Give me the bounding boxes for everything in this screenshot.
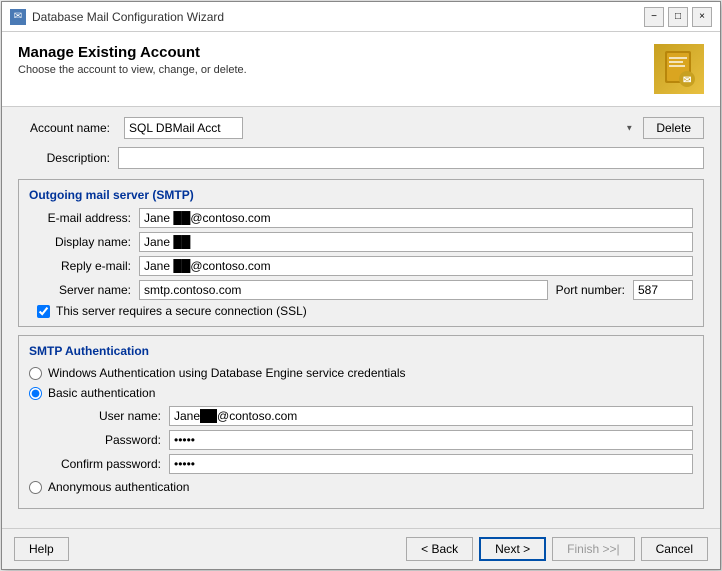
svg-text:✉: ✉ bbox=[683, 75, 691, 86]
close-button[interactable]: × bbox=[692, 7, 712, 27]
help-button[interactable]: Help bbox=[14, 537, 69, 561]
header-icon: ✉ bbox=[654, 44, 704, 94]
titlebar-controls: − □ × bbox=[644, 7, 712, 27]
delete-button[interactable]: Delete bbox=[643, 117, 704, 139]
finish-button[interactable]: Finish >>| bbox=[552, 537, 634, 561]
smtp-section: Outgoing mail server (SMTP) E-mail addre… bbox=[18, 179, 704, 327]
main-window: ✉ Database Mail Configuration Wizard − □… bbox=[1, 1, 721, 570]
port-label: Port number: bbox=[548, 283, 633, 297]
basic-auth-fields: User name: Password: Confirm password: bbox=[59, 406, 693, 474]
footer-right: < Back Next > Finish >>| Cancel bbox=[406, 537, 708, 561]
window-icon: ✉ bbox=[10, 9, 26, 25]
ssl-label[interactable]: This server requires a secure connection… bbox=[56, 304, 307, 318]
cancel-button[interactable]: Cancel bbox=[641, 537, 708, 561]
email-row: E-mail address: bbox=[29, 208, 693, 228]
page-title: Manage Existing Account bbox=[18, 44, 247, 61]
reply-email-input[interactable] bbox=[139, 256, 693, 276]
restore-button[interactable]: □ bbox=[668, 7, 688, 27]
confirm-password-row: Confirm password: bbox=[59, 454, 693, 474]
description-row: Description: bbox=[18, 147, 704, 169]
ssl-row: This server requires a secure connection… bbox=[29, 304, 693, 318]
page-subtitle: Choose the account to view, change, or d… bbox=[18, 64, 247, 76]
password-input[interactable] bbox=[169, 430, 693, 450]
username-label: User name: bbox=[59, 409, 169, 423]
basic-auth-row: Basic authentication bbox=[29, 386, 693, 400]
server-input[interactable] bbox=[139, 280, 548, 300]
password-row: Password: bbox=[59, 430, 693, 450]
email-label: E-mail address: bbox=[29, 211, 139, 225]
minimize-button[interactable]: − bbox=[644, 7, 664, 27]
display-name-input[interactable] bbox=[139, 232, 693, 252]
windows-auth-radio[interactable] bbox=[29, 367, 42, 380]
confirm-password-label: Confirm password: bbox=[59, 457, 169, 471]
reply-email-label: Reply e-mail: bbox=[29, 259, 139, 273]
description-label: Description: bbox=[18, 151, 118, 165]
basic-auth-label[interactable]: Basic authentication bbox=[48, 386, 155, 400]
account-name-select[interactable]: SQL DBMail Acct bbox=[124, 117, 243, 139]
windows-auth-label[interactable]: Windows Authentication using Database En… bbox=[48, 366, 406, 380]
content-area: Account name: SQL DBMail Acct Delete Des… bbox=[2, 107, 720, 528]
email-input[interactable] bbox=[139, 208, 693, 228]
account-name-label: Account name: bbox=[18, 121, 118, 135]
anonymous-auth-row: Anonymous authentication bbox=[29, 480, 693, 494]
server-row: Server name: Port number: bbox=[29, 280, 693, 300]
titlebar: ✉ Database Mail Configuration Wizard − □… bbox=[2, 2, 720, 32]
server-label: Server name: bbox=[29, 283, 139, 297]
confirm-password-input[interactable] bbox=[169, 454, 693, 474]
port-input[interactable] bbox=[633, 280, 693, 300]
header-section: Manage Existing Account Choose the accou… bbox=[2, 32, 720, 107]
windows-auth-row: Windows Authentication using Database En… bbox=[29, 366, 693, 380]
auth-section-title: SMTP Authentication bbox=[29, 344, 693, 358]
username-row: User name: bbox=[59, 406, 693, 426]
next-button[interactable]: Next > bbox=[479, 537, 546, 561]
back-button[interactable]: < Back bbox=[406, 537, 473, 561]
reply-email-row: Reply e-mail: bbox=[29, 256, 693, 276]
anonymous-auth-label[interactable]: Anonymous authentication bbox=[48, 480, 189, 494]
password-label: Password: bbox=[59, 433, 169, 447]
window-title: Database Mail Configuration Wizard bbox=[32, 10, 224, 24]
auth-section: SMTP Authentication Windows Authenticati… bbox=[18, 335, 704, 509]
header-text: Manage Existing Account Choose the accou… bbox=[18, 44, 247, 76]
account-name-row: Account name: SQL DBMail Acct Delete bbox=[18, 117, 704, 139]
basic-auth-radio[interactable] bbox=[29, 387, 42, 400]
titlebar-left: ✉ Database Mail Configuration Wizard bbox=[10, 9, 224, 25]
ssl-checkbox[interactable] bbox=[37, 305, 50, 318]
username-input[interactable] bbox=[169, 406, 693, 426]
description-input[interactable] bbox=[118, 147, 704, 169]
smtp-section-title: Outgoing mail server (SMTP) bbox=[29, 188, 693, 202]
anonymous-auth-radio[interactable] bbox=[29, 481, 42, 494]
display-name-label: Display name: bbox=[29, 235, 139, 249]
footer: Help < Back Next > Finish >>| Cancel bbox=[2, 528, 720, 569]
display-name-row: Display name: bbox=[29, 232, 693, 252]
account-select-wrapper: SQL DBMail Acct bbox=[124, 117, 637, 139]
